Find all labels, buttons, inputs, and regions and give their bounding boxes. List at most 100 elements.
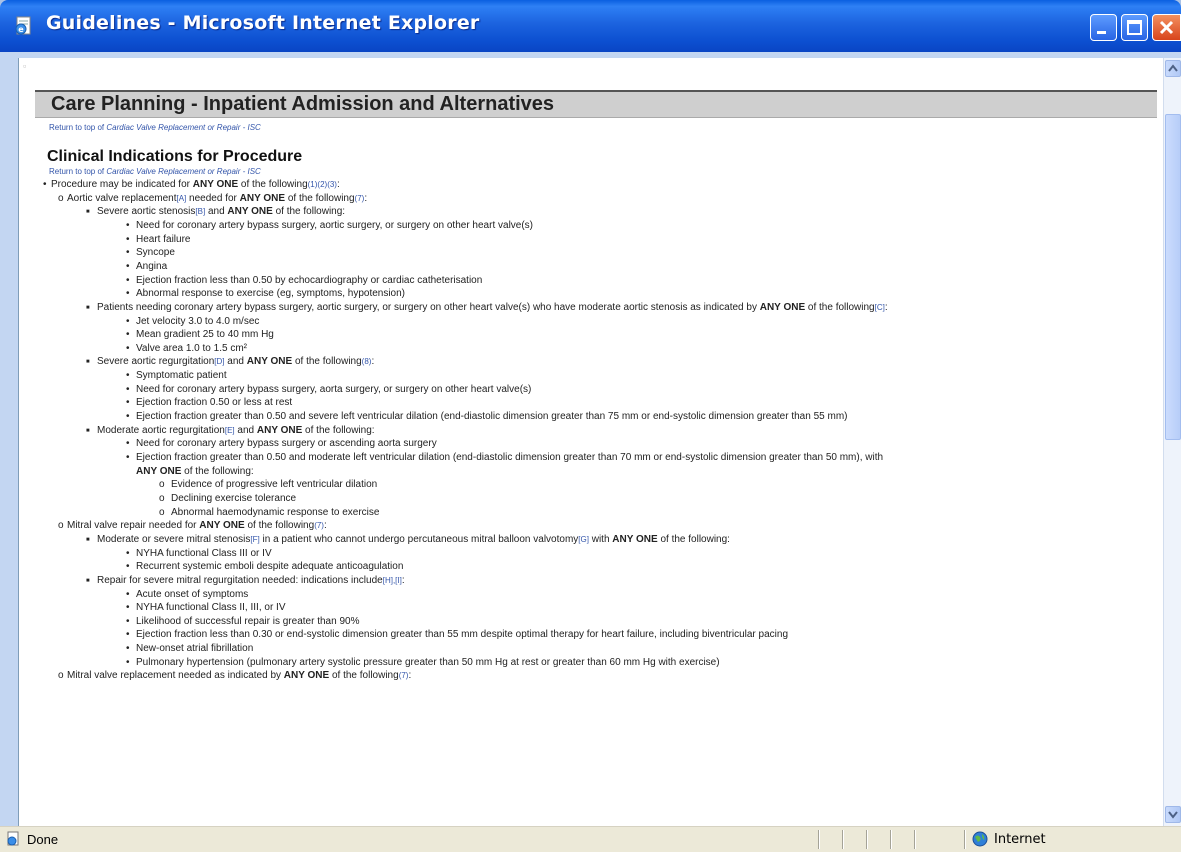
bullet-marker: ■ [86, 305, 90, 311]
bullet-marker: ■ [86, 209, 90, 215]
list-item: Mean gradient 25 to 40 mm Hg [136, 328, 274, 341]
vertical-scrollbar[interactable] [1163, 58, 1181, 826]
return-link-prefix: Return to top of [49, 167, 107, 176]
reference-link[interactable]: [A] [177, 194, 187, 203]
bullet-marker: ■ [86, 537, 90, 543]
status-divider [914, 830, 916, 849]
reference-link[interactable]: [H],[I] [383, 576, 402, 585]
item-text: Acute onset of symptoms [136, 589, 249, 600]
list-item: Ejection fraction less than 0.30 or end-… [136, 628, 788, 641]
bullet-marker: ■ [86, 359, 90, 365]
list-item: Need for coronary artery bypass surgery,… [136, 383, 531, 396]
page-content[interactable]: ▫ Care Planning - Inpatient Admission an… [18, 58, 1164, 826]
page-header-bar: Care Planning - Inpatient Admission and … [35, 90, 1157, 118]
close-icon [1159, 20, 1174, 35]
close-button[interactable] [1152, 14, 1181, 41]
window-title: Guidelines - Microsoft Internet Explorer [46, 12, 480, 34]
bullet-marker: • [126, 411, 130, 422]
item-text: of the following: [181, 466, 254, 477]
bullet-marker: • [126, 397, 130, 408]
item-text: : [884, 302, 888, 313]
bullet-marker: • [126, 370, 130, 381]
item-text: Jet velocity 3.0 to 4.0 m/sec [136, 316, 260, 327]
return-link-prefix: Return to top of [49, 123, 107, 132]
page-done-icon [7, 831, 19, 846]
return-link-target: Cardiac Valve Replacement or Repair - IS… [106, 123, 261, 132]
reference-link[interactable]: [F] [250, 535, 259, 544]
emphasis-text: ANY ONE [283, 670, 330, 681]
item-text: Repair for severe mitral regurgitation n… [97, 575, 383, 586]
item-text: Need for coronary artery bypass surgery,… [136, 220, 534, 231]
ie-page-icon: e [15, 16, 31, 35]
item-text: Symptomatic patient [136, 370, 227, 381]
item-text: Procedure may be indicated for [51, 179, 193, 190]
emphasis-text: ANY ONE [199, 520, 245, 531]
list-item: Evidence of progressive left ventricular… [171, 478, 377, 491]
reference-link[interactable]: (7) [355, 194, 365, 203]
item-text: Mitral valve replacement needed as indic… [67, 670, 284, 681]
item-text: Ejection fraction greater than 0.50 and … [136, 411, 848, 422]
maximize-button[interactable] [1121, 14, 1148, 41]
reference-link[interactable]: [E] [225, 426, 235, 435]
reference-link[interactable]: [D] [214, 357, 224, 366]
reference-link[interactable]: (7) [314, 521, 324, 530]
status-divider [842, 830, 844, 849]
emphasis-text: ANY ONE [246, 356, 293, 367]
item-text: Likelihood of successful repair is great… [136, 616, 360, 627]
list-item: Mitral valve replacement needed as indic… [67, 669, 411, 682]
page-marker: ▫ [23, 61, 27, 71]
list-item: Aortic valve replacement[A] needed for A… [67, 192, 367, 205]
scroll-up-button[interactable] [1165, 60, 1181, 77]
scroll-thumb[interactable] [1165, 114, 1181, 440]
bullet-marker: • [126, 261, 130, 272]
item-text: : [364, 193, 368, 204]
reference-link[interactable]: (8) [362, 357, 372, 366]
emphasis-text: ANY ONE [192, 179, 239, 190]
bullet-marker: • [126, 643, 130, 654]
bullet-marker: o [159, 493, 165, 504]
list-item: Syncope [136, 246, 175, 259]
return-link-section[interactable]: Return to top of Cardiac Valve Replaceme… [49, 167, 261, 176]
status-text: Done [27, 832, 59, 847]
item-text: of the following [285, 193, 355, 204]
reference-link[interactable]: [G] [578, 535, 589, 544]
bullet-marker: ■ [86, 428, 90, 434]
scroll-down-button[interactable] [1165, 806, 1181, 823]
emphasis-text: ANY ONE [612, 534, 658, 545]
list-item: Mitral valve repair needed for ANY ONE o… [67, 519, 327, 532]
emphasis-text: ANY ONE [759, 302, 806, 313]
reference-link[interactable]: (7) [399, 671, 409, 680]
list-item: Heart failure [136, 233, 190, 246]
list-item: Likelihood of successful repair is great… [136, 615, 359, 628]
bullet-marker: ■ [86, 578, 90, 584]
item-text: Moderate aortic regurgitation [97, 425, 225, 436]
item-text: Ejection fraction greater than 0.50 and … [136, 452, 884, 463]
emphasis-text: ANY ONE [227, 206, 273, 217]
item-text: Severe aortic regurgitation [97, 356, 215, 367]
list-item: Repair for severe mitral regurgitation n… [97, 574, 405, 587]
item-text: : [336, 179, 340, 190]
item-text: : [401, 575, 405, 586]
reference-link[interactable]: [B] [195, 207, 205, 216]
item-text: Syncope [136, 247, 175, 258]
bullet-marker: • [126, 384, 130, 395]
bullet-marker: • [126, 288, 130, 299]
item-text: Need for coronary artery bypass surgery … [136, 438, 437, 449]
status-bar: Done Internet [0, 826, 1181, 852]
globe-icon [972, 831, 988, 847]
reference-link[interactable]: (1)(2)(3) [308, 180, 337, 189]
item-text: in a patient who cannot undergo percutan… [259, 534, 579, 545]
item-text: of the following [805, 302, 875, 313]
list-item: ANY ONE of the following: [136, 465, 254, 478]
item-text: Ejection fraction less than 0.30 or end-… [136, 629, 789, 640]
list-item: Symptomatic patient [136, 369, 227, 382]
minimize-button[interactable] [1090, 14, 1117, 41]
title-bar[interactable]: e Guidelines - Microsoft Internet Explor… [0, 0, 1181, 52]
bullet-marker: • [126, 316, 130, 327]
bullet-marker: o [159, 507, 165, 518]
list-item: Need for coronary artery bypass surgery,… [136, 219, 533, 232]
list-item: Ejection fraction greater than 0.50 and … [136, 451, 883, 464]
reference-link[interactable]: [C] [875, 303, 885, 312]
return-link-top[interactable]: Return to top of Cardiac Valve Replaceme… [49, 123, 261, 132]
bullet-marker: • [126, 329, 130, 340]
